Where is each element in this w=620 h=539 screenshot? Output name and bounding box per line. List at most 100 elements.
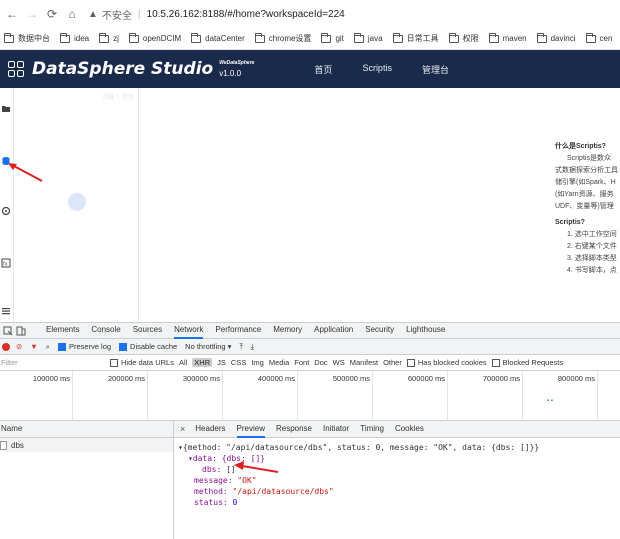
- type-filter-manifest[interactable]: Manifest: [350, 358, 378, 367]
- method-value: "/api/datasource/dbs": [232, 487, 334, 496]
- bookmark-label: dataCenter: [205, 34, 245, 43]
- blocked-requests-checkbox[interactable]: [491, 358, 500, 367]
- preserve-log-checkbox[interactable]: [57, 342, 66, 351]
- bookmark-item[interactable]: 权限: [448, 32, 479, 44]
- disable-cache-checkbox[interactable]: [119, 342, 128, 351]
- red-arrow-annotation: [8, 163, 43, 182]
- response-preview: ▾{method: "/api/datasource/dbs", status:…: [174, 438, 620, 539]
- detail-tab-headers[interactable]: Headers: [195, 421, 225, 438]
- throttling-select[interactable]: No throttling ▾: [185, 342, 231, 351]
- bookmark-item[interactable]: maven: [488, 32, 527, 43]
- type-filter-all[interactable]: All: [179, 358, 187, 367]
- bookmark-item[interactable]: davinci: [536, 32, 576, 43]
- folder-icon: [254, 32, 265, 43]
- devtools-tab-elements[interactable]: Elements: [46, 322, 79, 339]
- intro-heading: Scriptis?: [555, 219, 585, 226]
- network-timeline[interactable]: 100000 ms 200000 ms 300000 ms 400000 ms 5000…: [0, 371, 620, 421]
- request-row[interactable]: dbs: [0, 438, 173, 452]
- reload-icon[interactable]: ⟳: [44, 6, 60, 22]
- detail-tab-preview[interactable]: Preview: [236, 421, 266, 438]
- folder-icon[interactable]: [1, 104, 11, 114]
- type-filter-ws[interactable]: WS: [333, 358, 345, 367]
- request-detail-tabs: × Headers Preview Response Initiator Timing C…: [174, 421, 620, 438]
- devtools-tab-security[interactable]: Security: [365, 322, 394, 339]
- timeline-label: 100000 ms: [32, 374, 70, 383]
- type-filter-media[interactable]: Media: [269, 358, 289, 367]
- back-icon[interactable]: ←: [4, 6, 20, 22]
- filter-input[interactable]: Filter: [0, 358, 110, 367]
- import-icon[interactable]: ⤒: [239, 342, 242, 352]
- bookmarks-bar: 数据中台 idea zj openDCIM dataCenter chrome设置 git j…: [0, 28, 620, 50]
- detail-tab-response[interactable]: Response: [276, 421, 312, 438]
- bookmark-item[interactable]: java: [353, 32, 383, 43]
- menu-icon[interactable]: [1, 306, 11, 316]
- red-arrow-annotation: [234, 461, 279, 473]
- nav-admin[interactable]: 管理台: [422, 63, 449, 76]
- sub-brand: WeDataSphere: [219, 60, 255, 66]
- bookmark-item[interactable]: chrome设置: [254, 32, 311, 44]
- devtools-tab-network[interactable]: Network: [174, 322, 204, 339]
- filter-icon[interactable]: ▼: [30, 342, 37, 351]
- bookmark-item[interactable]: 数据中台: [4, 32, 50, 44]
- hide-data-urls-checkbox[interactable]: [110, 358, 118, 367]
- fx-icon[interactable]: fx: [1, 258, 11, 268]
- preview-root[interactable]: ▾{method: "/api/datasource/dbs", status:…: [178, 442, 620, 453]
- timeline-label: 400000 ms: [257, 374, 295, 383]
- nav-scriptis[interactable]: Scriptis: [362, 63, 392, 76]
- devtools-tab-application[interactable]: Application: [314, 322, 353, 339]
- bookmark-item[interactable]: idea: [60, 32, 89, 43]
- folder-icon: [392, 32, 403, 43]
- scriptis-intro: 什么是Scriptis? Scriptis是数众 式数据探索分析工具 储引擎(如…: [555, 141, 620, 277]
- type-filter-img[interactable]: Img: [251, 358, 264, 367]
- devtools-tab-lighthouse[interactable]: Lighthouse: [406, 322, 445, 339]
- type-filter-js[interactable]: JS: [217, 358, 226, 367]
- function-icon[interactable]: [1, 206, 11, 216]
- message-value: "OK": [237, 476, 257, 485]
- intro-line: Scriptis是数众: [567, 155, 611, 162]
- bookmark-item[interactable]: dataCenter: [191, 32, 245, 43]
- left-rail: fx: [0, 88, 14, 322]
- folder-icon: [128, 32, 139, 43]
- app-nav: 首页 Scriptis 管理台: [314, 63, 479, 76]
- bookmark-item[interactable]: openDCIM: [128, 32, 181, 43]
- bookmark-item[interactable]: 日常工具: [392, 32, 439, 44]
- sidebar-search-placeholder[interactable]: 请输入 搜索: [102, 92, 134, 101]
- name-column-header[interactable]: Name: [0, 421, 173, 438]
- devtools-tab-console[interactable]: Console: [91, 322, 120, 339]
- request-list: Name dbs: [0, 421, 174, 539]
- detail-tab-initiator[interactable]: Initiator: [323, 421, 349, 438]
- devtools-tab-performance[interactable]: Performance: [215, 322, 261, 339]
- clear-icon[interactable]: ⊘: [16, 342, 22, 351]
- detail-tab-timing[interactable]: Timing: [360, 421, 384, 438]
- blocked-cookies-checkbox[interactable]: [406, 358, 415, 367]
- export-icon[interactable]: ⤓: [251, 342, 254, 352]
- device-toggle-icon[interactable]: [16, 326, 26, 336]
- timeline-label: 700000 ms: [482, 374, 520, 383]
- devtools-tab-memory[interactable]: Memory: [273, 322, 302, 339]
- address-bar[interactable]: ▲ 不安全 | 10.5.26.162:8188/#/home?workspac…: [88, 7, 345, 22]
- record-icon[interactable]: [2, 342, 10, 351]
- type-filter-doc[interactable]: Doc: [314, 358, 327, 367]
- inspect-icon[interactable]: [3, 326, 13, 336]
- message-key: message:: [194, 476, 233, 485]
- type-filter-other[interactable]: Other: [383, 358, 402, 367]
- preview-root-text: {method: "/api/datasource/dbs", status: …: [182, 443, 540, 452]
- close-icon[interactable]: ×: [180, 424, 185, 434]
- app-header: DataSphere Studio WeDataSphere v1.0.0 首页…: [0, 50, 620, 88]
- type-filter-xhr[interactable]: XHR: [192, 358, 213, 367]
- intro-heading: 什么是Scriptis?: [555, 143, 606, 150]
- devtools-tab-sources[interactable]: Sources: [133, 322, 162, 339]
- home-icon[interactable]: ⌂: [64, 6, 80, 22]
- type-filter-css[interactable]: CSS: [231, 358, 246, 367]
- bookmark-item[interactable]: git: [321, 32, 344, 43]
- forward-icon[interactable]: →: [24, 6, 40, 22]
- search-icon[interactable]: ⌕: [46, 342, 50, 352]
- svg-text:fx: fx: [3, 262, 8, 268]
- intro-line: (如Yarn资源、服务: [555, 191, 614, 198]
- type-filter-font[interactable]: Font: [294, 358, 309, 367]
- nav-home[interactable]: 首页: [314, 63, 332, 76]
- detail-tab-cookies[interactable]: Cookies: [395, 421, 424, 438]
- bookmark-item[interactable]: zj: [99, 32, 119, 43]
- bookmark-item[interactable]: cen: [585, 32, 612, 43]
- preview-message-row: message: "OK": [178, 475, 620, 486]
